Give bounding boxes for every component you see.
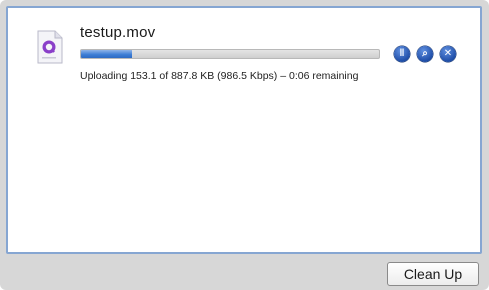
upload-status-text: Uploading 153.1 of 887.8 KB (986.5 Kbps)… bbox=[80, 70, 359, 82]
cancel-icon[interactable]: ✕ bbox=[440, 46, 456, 62]
upload-progress-bar bbox=[80, 49, 380, 59]
pause-icon[interactable]: ‖ bbox=[394, 46, 410, 62]
movie-file-icon bbox=[36, 30, 64, 64]
reveal-icon[interactable]: ⌕ bbox=[417, 46, 433, 62]
upload-list: testup.mov Uploading 153.1 of 887.8 KB (… bbox=[6, 6, 482, 254]
file-name: testup.mov bbox=[80, 24, 156, 41]
upload-window: testup.mov Uploading 153.1 of 887.8 KB (… bbox=[0, 0, 489, 290]
clean-up-button[interactable]: Clean Up bbox=[387, 262, 479, 286]
upload-progress-fill bbox=[81, 50, 132, 58]
